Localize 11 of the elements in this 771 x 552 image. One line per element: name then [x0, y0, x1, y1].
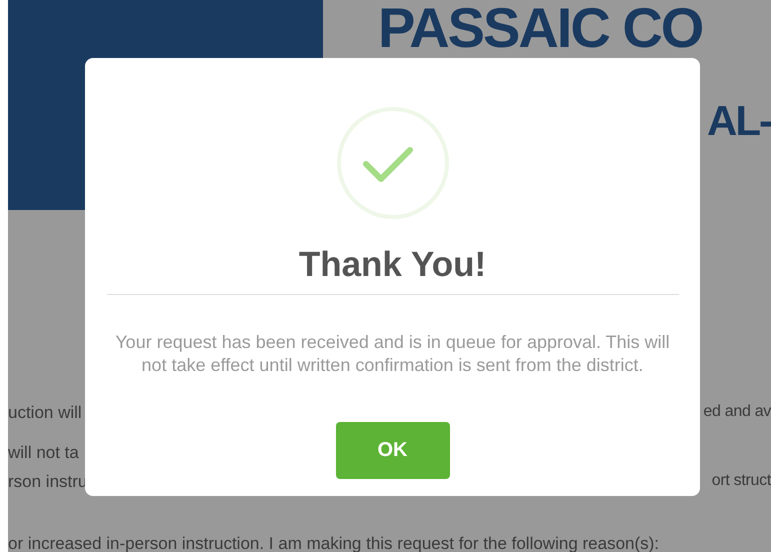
- body-text: will not ta: [8, 442, 79, 464]
- body-text: or increased in-person instruction. I am making this request for the following reason(s):: [8, 532, 660, 552]
- body-text: uction will: [8, 402, 82, 424]
- body-text: ed and av: [703, 402, 771, 422]
- page-heading: AL-: [707, 100, 771, 142]
- ok-button[interactable]: OK: [336, 422, 450, 479]
- success-check-icon: [336, 106, 450, 220]
- page-heading: PASSAIC CO: [378, 0, 704, 56]
- body-text: ort struct: [712, 471, 771, 491]
- dialog-title: Thank You!: [298, 244, 486, 286]
- dialog-message: Your request has been received and is in queue for approval. This will not take effect until written confirmation is sent from the district.: [114, 331, 671, 378]
